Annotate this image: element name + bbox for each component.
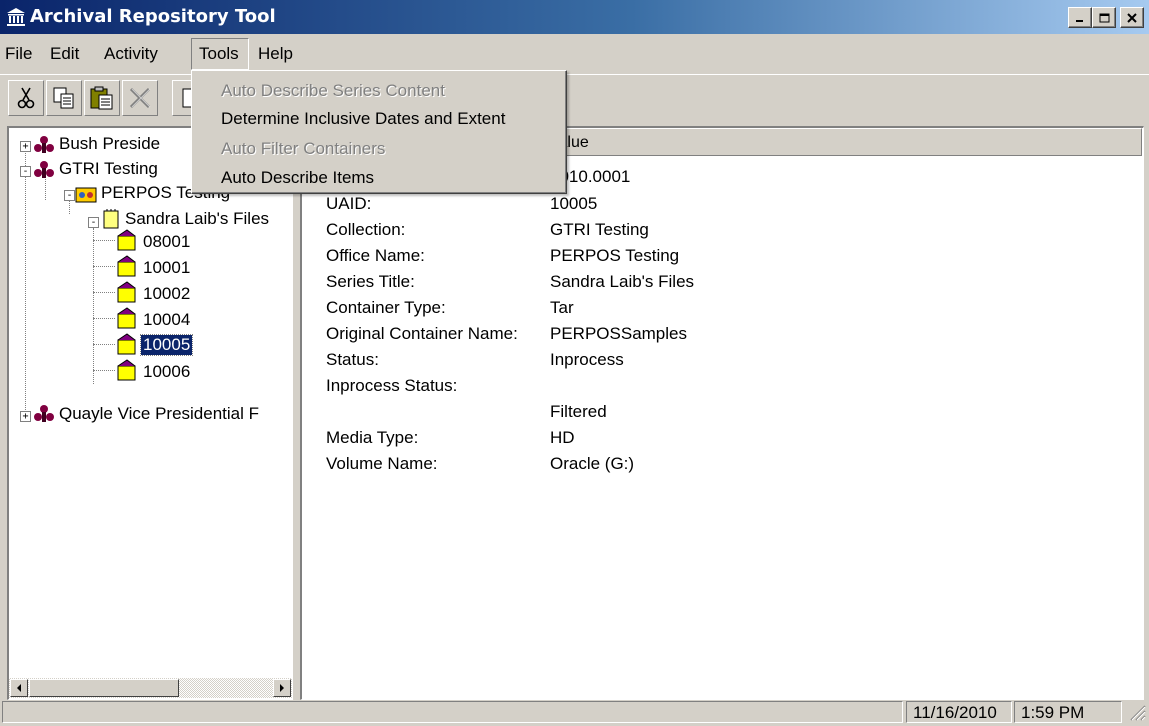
- property-label: Volume Name:: [326, 454, 438, 473]
- property-value: Oracle (G:): [550, 454, 635, 473]
- status-message: [2, 701, 903, 723]
- collection-icon: [34, 136, 54, 153]
- property-label: Status:: [326, 350, 379, 369]
- tree-node-sandra[interactable]: Sandra Laib's Files: [125, 209, 269, 229]
- menu-item-determine-inclusive-dates[interactable]: Determine Inclusive Dates and Extent: [221, 109, 505, 129]
- minimize-button[interactable]: [1068, 7, 1092, 28]
- collection-icon: [34, 161, 54, 178]
- maximize-icon: [1099, 13, 1109, 22]
- property-label: Collection:: [326, 220, 406, 239]
- tree-line: [25, 146, 26, 416]
- tree-node-10005-selected[interactable]: 10005: [139, 334, 194, 356]
- property-value: GTRI Testing: [550, 220, 649, 239]
- tree-node-bush[interactable]: Bush Preside: [59, 134, 160, 154]
- property-value: HD: [550, 428, 575, 447]
- paste-icon: [90, 86, 113, 110]
- tree-view[interactable]: + Bush Preside - GTRI Testing - PERPOS T…: [7, 126, 293, 700]
- property-label: Container Type:: [326, 298, 446, 317]
- status-time: 1:59 PM: [1014, 701, 1122, 723]
- tree-node-quayle[interactable]: Quayle Vice Presidential F: [59, 404, 259, 424]
- minimize-icon: [1076, 19, 1083, 22]
- property-value: Inprocess: [550, 350, 624, 369]
- close-button[interactable]: [1120, 7, 1144, 28]
- tree-line: [93, 266, 115, 267]
- tree-line: [93, 240, 115, 241]
- copy-button[interactable]: [46, 80, 82, 116]
- tree-node-10006[interactable]: 10006: [143, 362, 190, 382]
- container-icon: [117, 333, 136, 355]
- details-list[interactable]: Value 2010.0001 UAID: 10005 Collection: …: [300, 126, 1144, 700]
- scroll-right-button[interactable]: [273, 679, 291, 697]
- tree-line: [93, 370, 115, 371]
- resize-grip-icon[interactable]: [1128, 703, 1146, 721]
- property-label: Series Title:: [326, 272, 415, 291]
- repository-icon: [7, 8, 25, 26]
- property-label: Media Type:: [326, 428, 419, 447]
- copy-icon: [53, 87, 74, 109]
- collapse-toggle[interactable]: -: [20, 166, 31, 177]
- delete-button[interactable]: [122, 80, 158, 116]
- column-header-value[interactable]: Value: [542, 128, 1142, 156]
- menu-activity[interactable]: Activity: [104, 44, 158, 64]
- tree-node-10001[interactable]: 10001: [143, 258, 190, 278]
- collapse-toggle[interactable]: -: [88, 217, 99, 228]
- container-icon: [117, 255, 136, 277]
- property-value: PERPOSSamples: [550, 324, 687, 343]
- window-title: Archival Repository Tool: [30, 6, 276, 27]
- menu-edit[interactable]: Edit: [50, 44, 79, 64]
- arrow-left-icon: [17, 684, 21, 692]
- cut-button[interactable]: [8, 80, 44, 116]
- property-label: UAID:: [326, 194, 372, 213]
- tree-node-gtri[interactable]: GTRI Testing: [59, 159, 158, 179]
- tree-node-08001[interactable]: 08001: [143, 232, 190, 252]
- tree-line: [93, 228, 94, 384]
- property-value: Sandra Laib's Files: [550, 272, 695, 291]
- menu-item-auto-filter-containers[interactable]: Auto Filter Containers: [221, 139, 385, 159]
- container-icon: [117, 229, 136, 251]
- series-icon: [103, 209, 119, 229]
- scroll-left-button[interactable]: [10, 679, 28, 697]
- delete-icon: [129, 87, 151, 109]
- tree-line: [93, 318, 115, 319]
- menu-help[interactable]: Help: [258, 44, 293, 64]
- office-icon: [75, 187, 97, 203]
- expand-toggle[interactable]: +: [20, 141, 31, 152]
- tree-line: [69, 200, 70, 214]
- menu-file[interactable]: File: [5, 44, 32, 64]
- paste-button[interactable]: [84, 80, 120, 116]
- cut-icon: [17, 87, 35, 109]
- status-date: 11/16/2010: [906, 701, 1012, 723]
- property-label: Original Container Name:: [326, 324, 518, 343]
- maximize-button[interactable]: [1092, 7, 1116, 28]
- container-icon: [117, 281, 136, 303]
- scroll-thumb[interactable]: [29, 679, 179, 697]
- collection-icon: [34, 405, 54, 422]
- property-value: Tar: [550, 298, 574, 317]
- property-label: Inprocess Status:: [326, 376, 458, 395]
- container-icon: [117, 307, 136, 329]
- close-icon: [1127, 12, 1137, 23]
- property-value: 10005: [550, 194, 598, 213]
- arrow-right-icon: [280, 684, 284, 692]
- property-label: Office Name:: [326, 246, 425, 265]
- expand-toggle[interactable]: +: [20, 411, 31, 422]
- tree-node-10002[interactable]: 10002: [143, 284, 190, 304]
- tree-node-10004[interactable]: 10004: [143, 310, 190, 330]
- tree-line: [93, 344, 115, 345]
- container-icon: [117, 359, 136, 381]
- menu-bar: [0, 34, 1149, 75]
- property-value: Filtered: [550, 402, 607, 421]
- property-value: PERPOS Testing: [550, 246, 680, 265]
- tree-line: [93, 292, 115, 293]
- menu-tools[interactable]: Tools: [199, 44, 239, 64]
- collapse-toggle[interactable]: -: [64, 190, 75, 201]
- menu-item-auto-describe-items[interactable]: Auto Describe Items: [221, 168, 374, 188]
- menu-item-auto-describe-series[interactable]: Auto Describe Series Content: [221, 81, 445, 101]
